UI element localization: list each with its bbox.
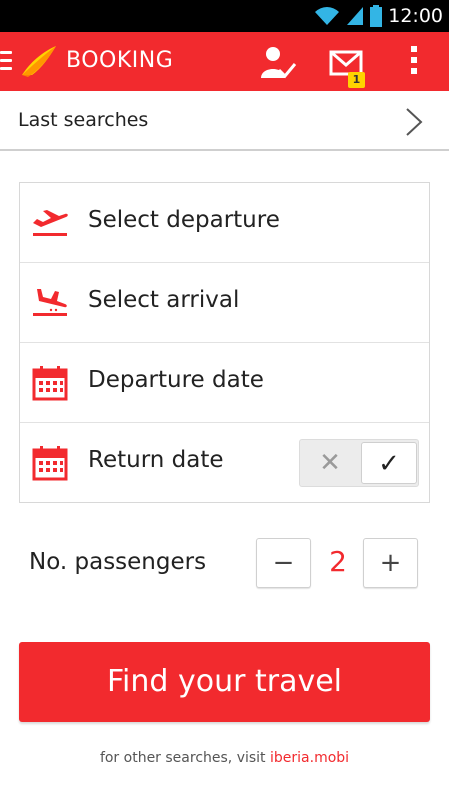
departure-date-field[interactable]: Departure date	[20, 343, 429, 423]
calendar-icon	[32, 446, 68, 481]
agent-check-icon[interactable]	[257, 42, 297, 82]
plus-icon: +	[379, 548, 402, 578]
increase-passengers-button[interactable]: +	[363, 538, 418, 588]
footer-note: for other searches, visit iberia.mobi	[0, 750, 449, 766]
passengers-label: No. passengers	[29, 549, 207, 575]
wifi-icon	[315, 7, 340, 25]
chevron-right-icon	[406, 108, 423, 136]
return-date-field[interactable]: Return date ✕ ✓	[20, 423, 429, 503]
status-bar: 12:00	[0, 0, 449, 32]
overflow-menu-icon[interactable]	[400, 43, 428, 81]
footer-prefix: for other searches, visit	[99, 750, 266, 766]
toggle-on-option[interactable]: ✓	[361, 442, 417, 484]
departure-date-label: Departure date	[88, 367, 264, 393]
departure-field[interactable]: Select departure	[20, 183, 429, 263]
booking-form: Select departure Select arrival Departur…	[19, 182, 430, 503]
toggle-off-option[interactable]: ✕	[300, 440, 360, 486]
last-searches-label: Last searches	[18, 109, 149, 131]
mail-badge: 1	[348, 72, 365, 88]
calendar-icon	[32, 366, 68, 401]
plane-takeoff-icon	[33, 210, 68, 236]
arrival-field[interactable]: Select arrival	[20, 263, 429, 343]
departure-label: Select departure	[88, 207, 280, 233]
battery-icon	[370, 5, 383, 27]
minus-icon: −	[272, 548, 295, 578]
app-bar: BOOKING 1	[0, 32, 449, 91]
return-date-toggle[interactable]: ✕ ✓	[299, 439, 419, 487]
signal-icon	[347, 7, 364, 25]
status-time: 12:00	[388, 5, 443, 27]
iberia-link[interactable]: iberia.mobi	[270, 750, 349, 766]
menu-icon[interactable]	[0, 51, 12, 73]
arrival-label: Select arrival	[88, 287, 240, 313]
app-title: BOOKING	[66, 48, 174, 73]
plane-landing-icon	[33, 289, 67, 316]
return-date-label: Return date	[88, 447, 224, 473]
iberia-logo	[22, 46, 56, 77]
find-travel-label: Find your travel	[106, 664, 343, 699]
decrease-passengers-button[interactable]: −	[256, 538, 311, 588]
find-travel-button[interactable]: Find your travel	[19, 642, 430, 722]
passengers-count: 2	[329, 545, 347, 578]
last-searches-row[interactable]: Last searches	[0, 91, 449, 151]
status-icons: 12:00	[314, 0, 443, 32]
